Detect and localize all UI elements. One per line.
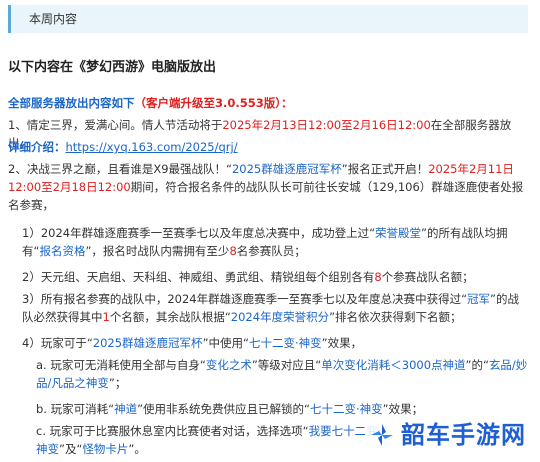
rule-4-mid: ”中使用“ — [202, 336, 249, 350]
item-2-mid: ”报名正式开启！ — [341, 162, 429, 176]
rule-4a-mid2: ”的“ — [465, 358, 489, 372]
rule-3-mid2: 个名额，其余战队根据“ — [109, 309, 231, 324]
rule-4-event: 2025群雄逐鹿冠军杯 — [92, 336, 203, 350]
rule-3-num: 1 — [102, 309, 110, 324]
rule-4-text: 4）玩家可于“ — [22, 336, 93, 350]
detail-line: 详细介绍：https://xyq.163.com/2025/qrj/ — [8, 139, 530, 157]
rule-4a-tail: ”； — [108, 375, 127, 390]
rule-3-text: 3）所有报名参赛的战队中，2024年群雄逐鹿赛季一至赛季七以及年度总决赛中获得过… — [22, 292, 468, 306]
rule-1: 1）2024年群雄逐鹿赛季一至赛季七以及年度总决赛中，成功登上过“荣誉殿堂”的所… — [8, 225, 530, 261]
rule-3-points: 2024年度荣誉积分 — [230, 309, 330, 324]
rule-2-text: 2）天元组、天启组、天科组、神威组、勇武组、精锐组每个组别各有 — [22, 270, 375, 284]
rule-4b-text: b. 玩家可消耗“ — [36, 402, 115, 416]
rule-4a-change: 变化之术 — [205, 358, 252, 372]
rule-1-text: 1）2024年群雄逐鹿赛季一至赛季七以及年度总决赛中，成功登上过“ — [22, 226, 376, 240]
item-2: 2、决战三界之巅，且看谁是X9最强战队！“2025群雄逐鹿冠军杯”报名正式开启！… — [8, 161, 530, 214]
rule-1-hall: 荣誉殿堂 — [375, 226, 422, 240]
rule-4c-tail: ”。 — [128, 441, 146, 456]
watermark-text: 韶车手游网 — [401, 420, 526, 449]
rule-4a-mid: ”等级对应且“ — [251, 358, 322, 372]
rule-4-trans: 七十二变·神变 — [248, 336, 322, 350]
rule-4a: a. 玩家可无消耗使用全部与自身“变化之术”等级对应且“单次变化消耗＜3000点… — [8, 357, 530, 393]
rule-3: 3）所有报名参赛的战队中，2024年群雄逐鹿赛季一至赛季七以及年度总决赛中获得过… — [8, 291, 530, 327]
rule-2: 2）天元组、天启组、天科组、神威组、勇武组、精锐组每个组别各有8个参赛战队名额； — [8, 269, 530, 287]
rule-4b-shendao: 神道 — [114, 402, 138, 416]
section-banner: 本周内容 — [8, 5, 528, 33]
banner-title: 本周内容 — [29, 12, 78, 26]
pinwheel-logo-icon — [369, 422, 395, 448]
rule-1-mid2: ”，报名时战队内需拥有至少 — [85, 243, 230, 258]
client-version-note: （客户端升级至3.0.553版）： — [134, 96, 293, 110]
rule-4-tail: ”效果， — [321, 336, 363, 350]
watermark: 韶车手游网 — [365, 414, 530, 456]
section-title-text: 全部服务器放出内容如下 — [8, 96, 135, 110]
rule-1-tail: 名参赛队员； — [236, 243, 306, 258]
detail-link[interactable]: https://xyq.163.com/2025/qrj/ — [66, 140, 238, 154]
detail-label: 详细介绍： — [8, 140, 66, 154]
rule-4a-cost: 单次变化消耗＜3000点神道 — [321, 358, 466, 372]
rule-4a-text: a. 玩家可无消耗使用全部与自身“ — [36, 358, 206, 372]
rule-4b-mid: ”使用非系统免费供应且已解锁的“ — [137, 402, 310, 416]
rule-4c-mid: ”及“ — [59, 441, 83, 456]
rule-1-num: 8 — [229, 243, 237, 258]
page: 本周内容 以下内容在《梦幻西游》电脑版放出 全部服务器放出内容如下（客户端升级至… — [0, 0, 540, 462]
rule-2-num: 8 — [374, 270, 382, 284]
item-1-text: 1、情定三界，爱满心间。情人节活动将于 — [8, 118, 223, 132]
item-1-date: 2025年2月13日12:00至2月16日12:00 — [222, 118, 431, 132]
rule-2-tail: 个参赛战队名额； — [381, 270, 474, 284]
rule-4: 4）玩家可于“2025群雄逐鹿冠军杯”中使用“七十二变·神变”效果， — [8, 335, 530, 353]
rule-3-tail: ”排名依次获得剩下名额； — [329, 309, 462, 324]
item-2-event: 2025群雄逐鹿冠军杯 — [231, 162, 342, 176]
rule-3-champ: 冠军 — [467, 292, 491, 306]
section-title: 全部服务器放出内容如下（客户端升级至3.0.553版）： — [8, 95, 293, 113]
rule-1-qual: 报名资格 — [39, 243, 86, 258]
rule-4c-text: c. 玩家可于比赛服休息室内比赛使者对话，选择选项“ — [36, 424, 309, 438]
rule-4c: c. 玩家可于比赛服休息室内比赛使者对话，选择选项“我要七十二变·神变”及“怪物… — [8, 423, 390, 459]
rule-4c-opt2: 怪物卡片 — [82, 441, 129, 456]
headline: 以下内容在《梦幻西游》电脑版放出 — [8, 60, 217, 75]
item-2-text: 2、决战三界之巅，且看谁是X9最强战队！“ — [8, 162, 232, 176]
